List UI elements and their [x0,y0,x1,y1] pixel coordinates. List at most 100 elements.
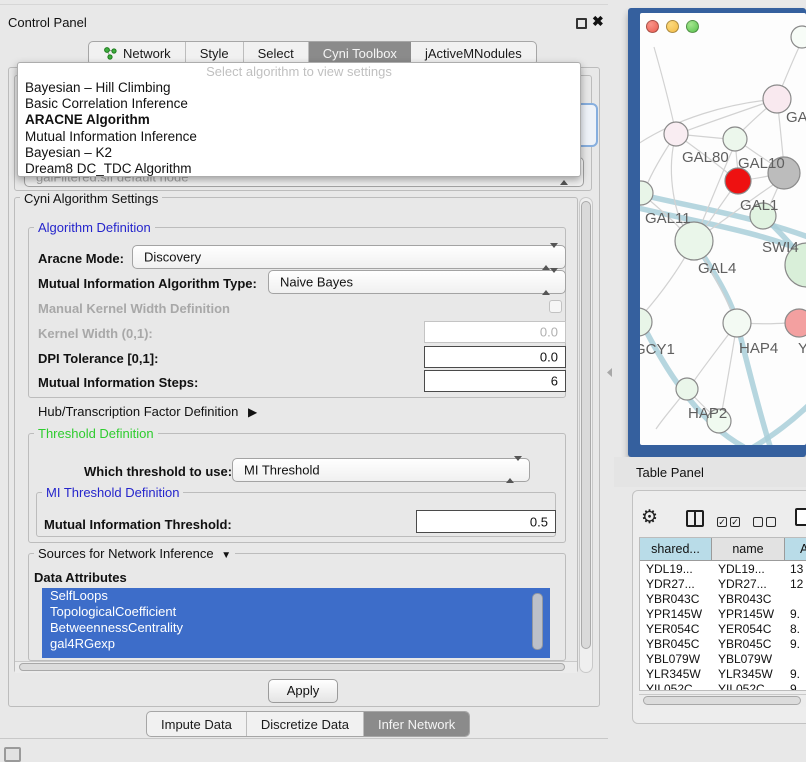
sources-group-toggle[interactable]: Sources for Network Inference ▼ [34,546,235,561]
network-node-hap2[interactable] [676,378,698,400]
apply-button[interactable]: Apply [268,679,338,703]
algorithm-option[interactable]: Basic Correlation Inference [18,96,580,112]
mi-type-combo[interactable]: Naive Bayes [268,270,566,294]
algorithm-option[interactable]: Bayesian – Hill Climbing [18,80,580,96]
node-label: GAL [786,109,806,126]
algorithm-option[interactable]: Dream8 DC_TDC Algorithm [18,161,580,177]
gear-icon[interactable]: ⚙ [641,506,658,529]
mac-close-icon[interactable] [646,20,659,33]
float-icon[interactable] [576,18,587,29]
algorithm-option[interactable]: ARACNE Algorithm [18,112,580,128]
node-label: GAL11 [645,210,691,227]
stepper-icon [542,248,558,266]
network-icon [103,46,118,61]
table-row[interactable]: YIL052CYIL052C9 [640,682,806,691]
tab-label: Infer Network [378,717,455,732]
table-row[interactable]: YER054CYER054C8. [640,622,806,637]
network-node[interactable] [791,26,806,48]
table-cell: YBL079W [718,652,772,667]
table-row[interactable]: YLR345WYLR345W9. [640,667,806,682]
minimized-panel-icon[interactable] [4,747,21,762]
manual-kernel-label: Manual Kernel Width Definition [38,301,230,316]
attribute-item-partial[interactable] [42,652,550,658]
data-attributes-list[interactable]: SelfLoopsTopologicalCoefficientBetweenne… [42,588,550,658]
data-attributes-label: Data Attributes [34,570,127,585]
column-header-name[interactable]: name [712,538,785,561]
manual-kernel-checkbox[interactable] [549,300,562,313]
aracne-mode-combo[interactable]: Discovery [132,245,566,269]
threshold-definition-title: Threshold Definition [34,426,158,441]
table-cell: YPR145W [718,607,774,622]
attribute-list-scrollbar[interactable] [532,593,543,650]
close-icon[interactable]: ✖ [592,13,604,30]
node-label: GAL1 [740,197,778,214]
panel-title: Control Panel [8,15,87,30]
table-row[interactable]: YBR045CYBR045C9. [640,637,806,652]
aracne-mode-label: Aracne Mode: [38,251,124,266]
document-icon[interactable] [795,508,806,526]
table-hscrollbar-thumb[interactable] [643,696,801,705]
algorithm-option[interactable]: Mutual Information Inference [18,129,580,145]
table-cell: YBR045C [718,637,771,652]
mi-type-value: Naive Bayes [280,275,353,290]
mac-minimize-icon[interactable] [666,20,679,33]
settings-vscrollbar-thumb[interactable] [581,201,591,649]
tab-infer-network[interactable]: Infer Network [364,712,469,736]
attribute-item[interactable]: BetweennessCentrality [42,620,550,636]
tab-impute-data[interactable]: Impute Data [147,712,247,736]
mi-threshold-label: Mutual Information Threshold: [44,517,232,532]
table-cell: YDR27... [718,577,767,592]
network-node-y[interactable] [785,309,806,337]
tab-label: Style [200,46,229,61]
table-cell: YBR043C [646,592,699,607]
mi-threshold-field[interactable]: 0.5 [416,510,556,533]
mi-steps-label: Mutual Information Steps: [38,375,198,390]
table-row[interactable]: YPR145WYPR145W9. [640,607,806,622]
dpi-tolerance-field[interactable]: 0.0 [424,346,566,368]
table-cell: YBL079W [646,652,700,667]
attribute-item[interactable]: gal4RGexp [42,636,550,652]
hub-definition-toggle[interactable]: Hub/Transcription Factor Definition ▶ [38,404,257,419]
table-cell: 9 [790,682,797,691]
network-node-gal80[interactable] [664,122,688,146]
unchecked-pair-icon[interactable] [753,513,779,531]
tab-label: Cyni Toolbox [323,46,397,61]
column-header-partial[interactable]: A [785,538,806,561]
mi-threshold-definition-title: MI Threshold Definition [42,485,183,500]
algorithm-option[interactable]: Bayesian – K2 [18,145,580,161]
table-row[interactable]: YDR27...YDR27...12 [640,577,806,592]
table-row[interactable]: YBR043C YBR043C [640,592,806,607]
network-node-gal4[interactable] [675,222,713,260]
kernel-width-field[interactable]: 0.0 [424,321,566,343]
kernel-width-value: 0.0 [540,325,558,340]
network-node-gcy1[interactable] [640,308,652,336]
network-node-gal10[interactable] [723,127,747,151]
tab-discretize-data[interactable]: Discretize Data [247,712,364,736]
attribute-item[interactable]: SelfLoops [42,588,550,604]
stepper-icon [506,461,522,479]
table-cell: YIL052C [646,682,693,691]
network-canvas[interactable]: GALGAL80GAL10GAL1SWI4GAL11GAL4GCY1HAP4YH… [640,13,806,445]
table-cell: YBR043C [718,592,771,607]
mi-steps-field[interactable]: 6 [424,370,566,392]
network-view[interactable]: GALGAL80GAL10GAL1SWI4GAL11GAL4GCY1HAP4YH… [640,13,806,445]
column-header-shared-name[interactable]: shared... [640,538,712,561]
checked-pair-icon[interactable]: ✓✓ [717,513,743,531]
aracne-mode-value: Discovery [144,250,201,265]
attribute-item[interactable]: TopologicalCoefficient [42,604,550,620]
table-cell: YBR045C [646,637,699,652]
table-panel-title: Table Panel [636,465,704,480]
node-label: GAL10 [738,155,785,172]
table-cell: 12 [790,577,803,592]
settings-hscrollbar-thumb[interactable] [19,663,565,671]
split-columns-icon[interactable] [686,510,704,527]
table-row[interactable]: YDL19...YDL19...13 [640,562,806,577]
table-cell: YDL19... [646,562,693,577]
network-node-hap4[interactable] [723,309,751,337]
table-row[interactable]: YBL079W YBL079W [640,652,806,667]
kernel-width-label: Kernel Width (0,1): [38,326,153,341]
tab-label: Impute Data [161,717,232,732]
table-panel-box: ⚙ ✓✓ shared... name A YDL19...YDL19...13… [632,490,806,724]
mac-zoom-icon[interactable] [686,20,699,33]
which-threshold-combo[interactable]: MI Threshold [232,458,530,482]
